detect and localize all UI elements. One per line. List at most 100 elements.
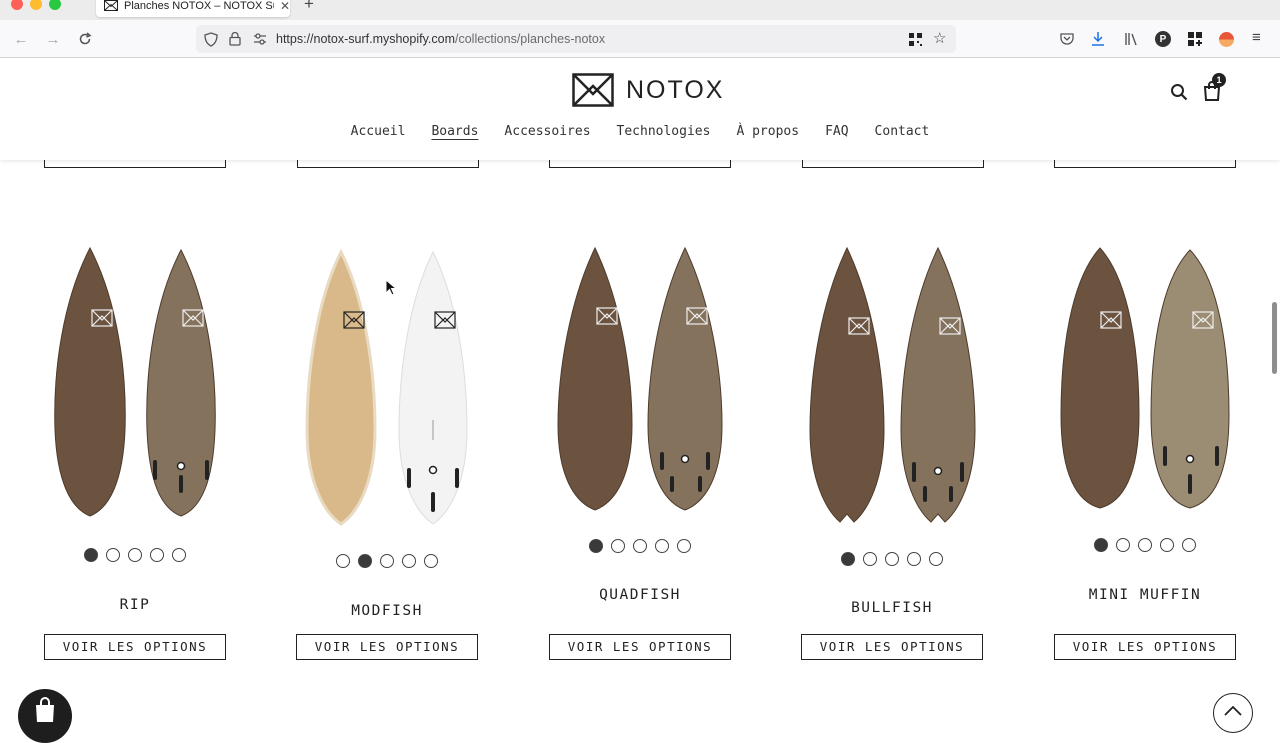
variant-dot[interactable] [1094, 538, 1108, 552]
variant-dot[interactable] [1116, 538, 1130, 552]
product-title[interactable]: QUADFISH [540, 587, 740, 603]
downloads-icon[interactable] [1091, 31, 1105, 46]
product-card-bullfish[interactable]: BULLFISH VOIR LES OPTIONS [792, 240, 992, 660]
url-text: https://notox-surf.myshopify.com/collect… [276, 32, 606, 46]
variant-dot[interactable] [172, 548, 186, 562]
voir-les-options-button[interactable]: VOIR LES OPTIONS [44, 634, 226, 660]
board-deck [305, 248, 377, 526]
qr-code-icon[interactable] [909, 33, 922, 46]
address-bar[interactable]: https://notox-surf.myshopify.com/collect… [196, 25, 956, 53]
library-icon[interactable] [1124, 32, 1138, 46]
mouse-pointer-icon [385, 279, 397, 296]
variant-dot[interactable] [1138, 538, 1152, 552]
variant-dot[interactable] [907, 552, 921, 566]
shield-icon[interactable] [204, 32, 218, 47]
variant-selector [35, 548, 235, 562]
bookmark-star-icon[interactable]: ☆ [933, 29, 946, 47]
product-card-quadfish[interactable]: QUADFISH VOIR LES OPTIONS [540, 240, 740, 660]
product-title[interactable]: RIP [35, 597, 235, 613]
site-logo[interactable]: NOTOX [572, 73, 724, 107]
variant-dot[interactable] [885, 552, 899, 566]
menu-item-accueil[interactable]: Accueil [351, 124, 406, 139]
variant-dot[interactable] [633, 539, 647, 553]
product-image[interactable] [540, 240, 740, 540]
extensions-grid-icon[interactable] [1188, 32, 1202, 46]
tab-title: Planches NOTOX – NOTOX Surf [124, 0, 274, 12]
hamburger-menu-icon[interactable]: ≡ [1252, 29, 1261, 46]
zoom-window-button[interactable] [49, 0, 61, 10]
close-window-button[interactable] [11, 0, 23, 10]
tab-close-icon[interactable]: ✕ [280, 0, 290, 13]
variant-dot[interactable] [84, 548, 98, 562]
variant-dot[interactable] [380, 554, 394, 568]
pocket-icon[interactable] [1060, 32, 1074, 46]
variant-dot[interactable] [424, 554, 438, 568]
variant-dot[interactable] [863, 552, 877, 566]
voir-les-options-button[interactable]: VOIR LES OPTIONS [801, 634, 983, 660]
product-title[interactable]: BULLFISH [792, 600, 992, 616]
product-card-rip[interactable]: RIP VOIR LES OPTIONS [35, 240, 235, 660]
browser-toolbar: ← → https://notox-surf.myshopify.com/col… [0, 20, 1280, 58]
product-title[interactable]: MINI MUFFIN [1045, 587, 1245, 603]
product-image[interactable] [35, 240, 235, 540]
menu-item-technologies[interactable]: Technologies [617, 124, 711, 139]
board-bottom [1150, 249, 1230, 509]
menu-item-boards[interactable]: Boards [431, 124, 478, 139]
variant-selector [540, 539, 740, 553]
search-icon[interactable] [1170, 83, 1188, 101]
variant-selector [792, 552, 992, 566]
variant-dot[interactable] [128, 548, 142, 562]
cart-count-badge: 1 [1212, 73, 1226, 87]
variant-dot[interactable] [611, 539, 625, 553]
variant-dot[interactable] [655, 539, 669, 553]
variant-dot[interactable] [677, 539, 691, 553]
variant-dot[interactable] [929, 552, 943, 566]
notox-logo-icon [572, 73, 614, 107]
product-image[interactable] [1045, 240, 1245, 540]
reload-icon[interactable] [77, 31, 93, 47]
variant-dot[interactable] [402, 554, 416, 568]
board-bottom [900, 246, 976, 523]
board-bottom [647, 246, 723, 511]
browser-tab-strip: Planches NOTOX – NOTOX Surf ✕ + [0, 0, 1280, 20]
language-extension-icon[interactable] [1219, 32, 1234, 47]
minimize-window-button[interactable] [30, 0, 42, 10]
menu-item-faq[interactable]: FAQ [825, 124, 848, 139]
product-image[interactable] [792, 240, 992, 540]
menu-item-accessoires[interactable]: Accessoires [504, 124, 590, 139]
shopping-bag-icon [36, 697, 54, 722]
new-tab-icon[interactable]: + [304, 0, 314, 14]
board-deck [809, 246, 885, 523]
site-header: NOTOX Accueil Boards Accessoires Technol… [0, 58, 1280, 160]
menu-item-contact[interactable]: Contact [875, 124, 930, 139]
voir-les-options-button[interactable]: VOIR LES OPTIONS [296, 634, 478, 660]
variant-selector [287, 554, 487, 568]
voir-les-options-button[interactable]: VOIR LES OPTIONS [549, 634, 731, 660]
shop-app-button[interactable] [18, 689, 72, 743]
variant-dot[interactable] [1182, 538, 1196, 552]
notox-favicon-icon [104, 0, 118, 11]
forward-icon[interactable]: → [45, 31, 61, 48]
permissions-icon[interactable] [253, 33, 267, 45]
browser-tab[interactable]: Planches NOTOX – NOTOX Surf ✕ [96, 0, 290, 17]
chevron-up-icon [1224, 706, 1242, 716]
voir-les-options-button[interactable]: VOIR LES OPTIONS [1054, 634, 1236, 660]
board-deck [54, 246, 126, 517]
back-icon[interactable]: ← [13, 31, 29, 48]
menu-item-a-propos[interactable]: À propos [736, 124, 799, 139]
variant-dot[interactable] [589, 539, 603, 553]
variant-selector [1045, 538, 1245, 552]
scroll-to-top-button[interactable] [1213, 693, 1253, 733]
scrollbar-thumb[interactable] [1272, 302, 1277, 374]
variant-dot[interactable] [106, 548, 120, 562]
profile-extension-icon[interactable]: P [1155, 31, 1171, 47]
lock-icon[interactable] [229, 31, 241, 46]
variant-dot[interactable] [358, 554, 372, 568]
product-title[interactable]: MODFISH [287, 603, 487, 619]
variant-dot[interactable] [336, 554, 350, 568]
variant-dot[interactable] [841, 552, 855, 566]
product-card-mini-muffin[interactable]: MINI MUFFIN VOIR LES OPTIONS [1045, 240, 1245, 660]
variant-dot[interactable] [150, 548, 164, 562]
variant-dot[interactable] [1160, 538, 1174, 552]
board-deck [557, 246, 633, 511]
